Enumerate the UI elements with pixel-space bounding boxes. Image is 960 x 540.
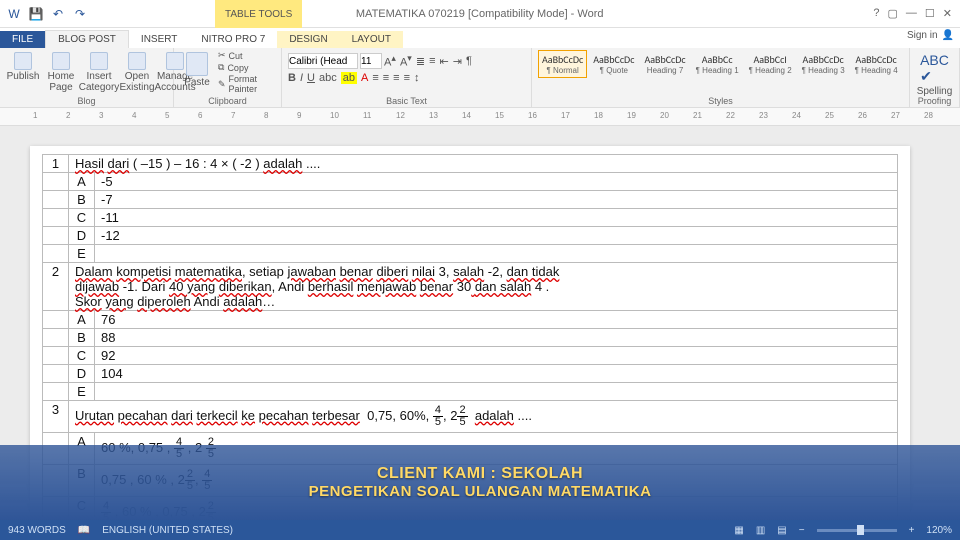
quick-access-toolbar: W 💾 ↶ ↷: [0, 4, 94, 24]
tab-blog-post[interactable]: BLOG POST: [45, 30, 129, 48]
group-blog: Publish Home Page Insert Category Open E…: [0, 48, 174, 107]
numbering-icon[interactable]: ≡: [429, 55, 435, 67]
style--heading-2[interactable]: AaBbCcI¶ Heading 2: [745, 50, 796, 78]
line-spacing-icon[interactable]: ↕: [414, 72, 420, 84]
bullets-icon[interactable]: ≣: [416, 55, 425, 68]
underline-button[interactable]: U: [307, 72, 315, 84]
word-icon: W: [4, 4, 24, 24]
bold-button[interactable]: B: [288, 72, 296, 84]
tab-file[interactable]: FILE: [0, 31, 45, 48]
align-left-icon[interactable]: ≡: [372, 72, 378, 84]
undo-icon[interactable]: ↶: [48, 4, 68, 24]
italic-button[interactable]: I: [300, 72, 303, 84]
sign-in[interactable]: Sign in👤: [907, 30, 954, 41]
language-status[interactable]: ENGLISH (UNITED STATES): [102, 525, 233, 536]
close-icon[interactable]: ✕: [943, 7, 952, 20]
document-title: MATEMATIKA 070219 [Compatibility Mode] -…: [94, 8, 865, 20]
group-basic-text: A▴ A▾ ≣ ≡ ⇤ ⇥ ¶ B I U abc ab A ≡ ≡ ≡: [282, 48, 532, 107]
align-center-icon[interactable]: ≡: [383, 72, 389, 84]
font-size-box[interactable]: [360, 53, 382, 69]
pilcrow-icon[interactable]: ¶: [466, 55, 472, 67]
minimize-icon[interactable]: ―: [906, 7, 917, 20]
style--normal[interactable]: AaBbCcDc¶ Normal: [538, 50, 587, 78]
overlay-line-2: PENGETIKAN SOAL ULANGAN MATEMATIKA: [309, 483, 652, 500]
group-styles: AaBbCcDc¶ NormalAaBbCcDc¶ QuoteAaBbCcDcH…: [532, 48, 910, 107]
group-label-styles: Styles: [532, 96, 909, 106]
view-print-icon[interactable]: ▥: [756, 525, 765, 536]
group-label-proof: Proofing: [910, 96, 959, 106]
indent-inc-icon[interactable]: ⇥: [453, 55, 462, 68]
maximize-icon[interactable]: ☐: [925, 7, 935, 20]
group-label-blog: Blog: [0, 96, 173, 106]
help-icon[interactable]: ?: [873, 7, 879, 20]
style--heading-3[interactable]: AaBbCcDc¶ Heading 3: [798, 50, 849, 78]
cut-icon: ✂: [218, 50, 226, 61]
style-heading-7[interactable]: AaBbCcDcHeading 7: [640, 50, 689, 78]
ribbon-tabs: TABLE TOOLS FILE BLOG POST INSERT Nitro …: [0, 28, 960, 48]
ribbon: Publish Home Page Insert Category Open E…: [0, 48, 960, 108]
zoom-level[interactable]: 120%: [926, 525, 952, 536]
proofing-icon[interactable]: 📖: [78, 525, 90, 536]
group-label-clipboard: Clipboard: [174, 96, 281, 106]
spelling-button[interactable]: ABC✔Spelling: [916, 50, 953, 99]
caption-overlay: CLIENT KAMI : SEKOLAH PENGETIKAN SOAL UL…: [0, 445, 960, 520]
align-right-icon[interactable]: ≡: [393, 72, 399, 84]
insert-category-button[interactable]: Insert Category: [82, 50, 116, 95]
group-label-basic: Basic Text: [282, 96, 531, 106]
brush-icon: ✎: [218, 79, 226, 90]
style--quote[interactable]: AaBbCcDc¶ Quote: [589, 50, 638, 78]
grow-font-icon[interactable]: A▴: [384, 53, 396, 69]
format-painter-button[interactable]: ✎Format Painter: [218, 74, 275, 94]
contextual-tools-label: TABLE TOOLS: [215, 0, 302, 28]
tab-insert[interactable]: INSERT: [129, 31, 190, 48]
cut-button[interactable]: ✂Cut: [218, 50, 275, 61]
user-icon: 👤: [942, 30, 954, 41]
justify-icon[interactable]: ≡: [404, 72, 410, 84]
copy-button[interactable]: ⧉Copy: [218, 62, 275, 73]
copy-icon: ⧉: [218, 62, 224, 73]
tab-design[interactable]: DESIGN: [277, 31, 339, 48]
paste-button[interactable]: Paste: [180, 50, 214, 90]
indent-dec-icon[interactable]: ⇤: [440, 55, 449, 68]
group-clipboard: Paste ✂Cut ⧉Copy ✎Format Painter Clipboa…: [174, 48, 282, 107]
zoom-slider[interactable]: [817, 529, 897, 532]
home-page-button[interactable]: Home Page: [44, 50, 78, 95]
zoom-out-icon[interactable]: −: [799, 525, 805, 536]
view-web-icon[interactable]: ▤: [777, 525, 786, 536]
style--heading-1[interactable]: AaBbCc¶ Heading 1: [692, 50, 743, 78]
group-proofing: ABC✔Spelling Proofing: [910, 48, 960, 107]
ribbon-opts-icon[interactable]: ▢: [888, 7, 898, 20]
overlay-line-1: CLIENT KAMI : SEKOLAH: [377, 465, 583, 483]
tab-nitro[interactable]: Nitro Pro 7: [189, 31, 277, 48]
font-family-box[interactable]: [288, 53, 358, 69]
font-color-button[interactable]: A: [361, 72, 368, 84]
save-icon[interactable]: 💾: [26, 4, 46, 24]
shrink-font-icon[interactable]: A▾: [400, 53, 412, 69]
publish-button[interactable]: Publish: [6, 50, 40, 84]
highlight-button[interactable]: ab: [341, 72, 357, 84]
style--heading-4[interactable]: AaBbCcDc¶ Heading 4: [851, 50, 902, 78]
tab-layout[interactable]: LAYOUT: [340, 31, 403, 48]
horizontal-ruler[interactable]: 1234567891011121314151617181920212223242…: [0, 108, 960, 126]
view-read-icon[interactable]: ▦: [734, 525, 743, 536]
open-existing-button[interactable]: Open Existing: [120, 50, 154, 95]
title-bar: W 💾 ↶ ↷ MATEMATIKA 070219 [Compatibility…: [0, 0, 960, 28]
window-controls: ? ▢ ― ☐ ✕: [865, 7, 960, 20]
zoom-in-icon[interactable]: +: [909, 525, 915, 536]
status-bar: 943 WORDS 📖 ENGLISH (UNITED STATES) ▦ ▥ …: [0, 520, 960, 540]
word-count[interactable]: 943 WORDS: [8, 525, 66, 536]
redo-icon[interactable]: ↷: [70, 4, 90, 24]
strike-button[interactable]: abc: [319, 72, 337, 84]
